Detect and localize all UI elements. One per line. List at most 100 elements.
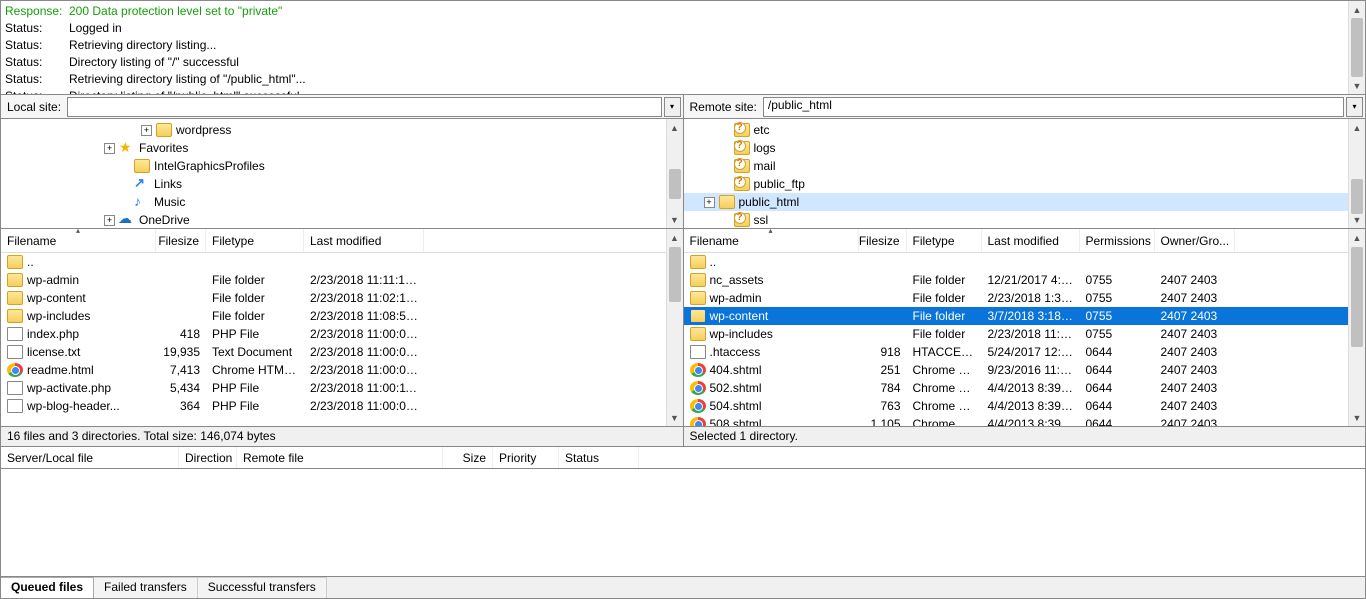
tree-item[interactable]: mail xyxy=(684,157,1366,175)
col-permissions-label: Permissions xyxy=(1086,234,1151,248)
table-row[interactable]: 404.shtml251Chrome H...9/23/2016 11:0...… xyxy=(684,361,1366,379)
col-last-modified[interactable]: Last modified xyxy=(982,229,1080,252)
tree-item[interactable]: +OneDrive xyxy=(1,211,683,229)
local-file-list[interactable]: ▴Filename Filesize Filetype Last modifie… xyxy=(0,229,684,427)
scroll-up-icon[interactable]: ▲ xyxy=(1349,1,1365,18)
modified-cell: 4/4/2013 8:39:0... xyxy=(982,381,1080,395)
table-row[interactable]: license.txt19,935Text Document2/23/2018 … xyxy=(1,343,683,361)
table-row[interactable]: wp-activate.php5,434PHP File2/23/2018 11… xyxy=(1,379,683,397)
table-row[interactable]: 504.shtml763Chrome H...4/4/2013 8:39:0..… xyxy=(684,397,1366,415)
tab-failed-transfers[interactable]: Failed transfers xyxy=(94,577,198,598)
table-row[interactable]: wp-contentFile folder2/23/2018 11:02:18.… xyxy=(1,289,683,307)
scroll-thumb[interactable] xyxy=(1351,247,1363,347)
filename-cell: wp-content xyxy=(710,309,769,323)
remote-tree-scrollbar[interactable]: ▲ ▼ xyxy=(1348,119,1365,228)
table-row[interactable]: wp-adminFile folder2/23/2018 11:11:13... xyxy=(1,271,683,289)
qfolder-icon xyxy=(734,213,750,227)
col-direction[interactable]: Direction xyxy=(179,447,237,468)
tree-expander[interactable]: + xyxy=(704,197,715,208)
chrome-icon xyxy=(690,417,706,426)
local-site-dropdown-button[interactable]: ▾ xyxy=(664,97,681,117)
local-tree-scrollbar[interactable]: ▲ ▼ xyxy=(666,119,683,228)
table-row[interactable]: 502.shtml784Chrome H...4/4/2013 8:39:0..… xyxy=(684,379,1366,397)
remote-site-dropdown-button[interactable]: ▾ xyxy=(1346,97,1363,117)
scroll-thumb[interactable] xyxy=(1351,18,1363,77)
tree-item[interactable]: ssl xyxy=(684,211,1366,229)
local-list-scrollbar[interactable]: ▲ ▼ xyxy=(666,229,683,426)
tree-expander[interactable]: + xyxy=(141,125,152,136)
folder-icon xyxy=(7,291,23,305)
filename-cell: wp-content xyxy=(27,291,86,305)
filesize-cell: 364 xyxy=(156,399,206,413)
table-row[interactable]: wp-includesFile folder2/23/2018 11:08:57… xyxy=(1,307,683,325)
tree-item[interactable]: Music xyxy=(1,193,683,211)
scroll-thumb[interactable] xyxy=(669,169,681,199)
col-remote-file[interactable]: Remote file xyxy=(237,447,443,468)
col-priority[interactable]: Priority xyxy=(493,447,559,468)
tab-queued-label: Queued files xyxy=(11,580,83,594)
tree-item[interactable]: etc xyxy=(684,121,1366,139)
tree-item[interactable]: +Favorites xyxy=(1,139,683,157)
tree-item[interactable]: public_ftp xyxy=(684,175,1366,193)
table-row[interactable]: wp-includesFile folder2/23/2018 11:2...0… xyxy=(684,325,1366,343)
remote-file-list[interactable]: ▴Filename Filesize Filetype Last modifie… xyxy=(684,229,1366,427)
scroll-up-icon[interactable]: ▲ xyxy=(1349,229,1365,246)
col-filesize[interactable]: Filesize xyxy=(156,229,206,252)
table-row[interactable]: wp-contentFile folder3/7/2018 3:18:0...0… xyxy=(684,307,1366,325)
col-filename[interactable]: ▴Filename xyxy=(684,229,859,252)
scroll-up-icon[interactable]: ▲ xyxy=(667,229,683,246)
scroll-down-icon[interactable]: ▼ xyxy=(667,409,683,426)
scroll-down-icon[interactable]: ▼ xyxy=(667,211,683,228)
remote-list-scrollbar[interactable]: ▲ ▼ xyxy=(1348,229,1365,426)
tab-successful-transfers[interactable]: Successful transfers xyxy=(198,577,327,598)
col-filesize[interactable]: Filesize xyxy=(859,229,907,252)
col-status[interactable]: Status xyxy=(559,447,639,468)
tab-queued-files[interactable]: Queued files xyxy=(1,577,94,598)
col-filetype[interactable]: Filetype xyxy=(907,229,982,252)
col-last-modified-label: Last modified xyxy=(988,234,1059,248)
remote-tree[interactable]: etclogsmail public_ftp +public_htmlssl ▲ ▼ xyxy=(684,119,1366,229)
col-server-local[interactable]: Server/Local file xyxy=(1,447,179,468)
local-site-input-wrap[interactable] xyxy=(67,97,661,117)
table-row[interactable]: wp-adminFile folder2/23/2018 1:38:...075… xyxy=(684,289,1366,307)
tree-item[interactable]: Links xyxy=(1,175,683,193)
tree-item[interactable]: +wordpress xyxy=(1,121,683,139)
tree-item-label: public_ftp xyxy=(754,177,805,191)
table-row[interactable]: nc_assetsFile folder12/21/2017 4:0...075… xyxy=(684,271,1366,289)
tree-expander[interactable]: + xyxy=(104,215,115,226)
col-owner[interactable]: Owner/Gro... xyxy=(1155,229,1235,252)
table-row[interactable]: wp-blog-header...364PHP File2/23/2018 11… xyxy=(1,397,683,415)
table-row[interactable]: .htaccess918HTACCESS...5/24/2017 12:1...… xyxy=(684,343,1366,361)
col-size[interactable]: Size xyxy=(443,447,493,468)
scroll-down-icon[interactable]: ▼ xyxy=(1349,409,1365,426)
table-row[interactable]: readme.html7,413Chrome HTML...2/23/2018 … xyxy=(1,361,683,379)
filename-cell: .. xyxy=(27,255,34,269)
tree-item[interactable]: +public_html xyxy=(684,193,1366,211)
col-permissions[interactable]: Permissions xyxy=(1080,229,1155,252)
scroll-thumb[interactable] xyxy=(1351,179,1363,214)
queue-body[interactable] xyxy=(0,469,1366,577)
col-last-modified[interactable]: Last modified xyxy=(304,229,424,252)
col-filename[interactable]: ▴Filename xyxy=(1,229,156,252)
col-filetype[interactable]: Filetype xyxy=(206,229,304,252)
filename-cell: license.txt xyxy=(27,345,80,359)
tree-expander[interactable]: + xyxy=(104,143,115,154)
table-row[interactable]: .. xyxy=(1,253,683,271)
local-site-input[interactable] xyxy=(72,98,656,112)
scroll-down-icon[interactable]: ▼ xyxy=(1349,77,1365,94)
tree-item[interactable]: IntelGraphicsProfiles xyxy=(1,157,683,175)
scroll-up-icon[interactable]: ▲ xyxy=(667,119,683,136)
scroll-up-icon[interactable]: ▲ xyxy=(1349,119,1365,136)
log-label: Response: xyxy=(5,3,69,20)
remote-site-input[interactable] xyxy=(768,98,1339,112)
log-scrollbar[interactable]: ▲ ▼ xyxy=(1348,1,1365,94)
local-tree[interactable]: +wordpress+FavoritesIntelGraphicsProfile… xyxy=(0,119,684,229)
tree-item[interactable]: logs xyxy=(684,139,1366,157)
remote-site-input-wrap[interactable] xyxy=(763,97,1344,117)
filesize-cell: 7,413 xyxy=(156,363,206,377)
table-row[interactable]: index.php418PHP File2/23/2018 11:00:03..… xyxy=(1,325,683,343)
folder-icon xyxy=(719,195,735,209)
scroll-thumb[interactable] xyxy=(669,247,681,302)
table-row[interactable]: 508.shtml1,105Chrome H...4/4/2013 8:39:0… xyxy=(684,415,1366,426)
table-row[interactable]: .. xyxy=(684,253,1366,271)
